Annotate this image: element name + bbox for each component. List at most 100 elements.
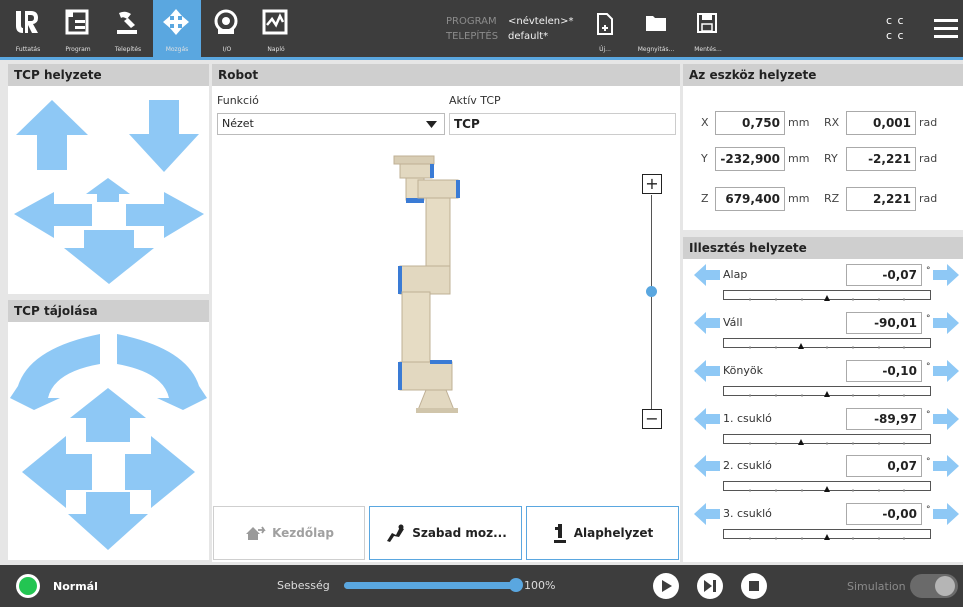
zoom-out-button[interactable]: −: [642, 409, 662, 429]
joint-value-field[interactable]: 0,07: [846, 455, 922, 477]
status-indicator[interactable]: [16, 574, 40, 598]
hamburger-menu-button[interactable]: [934, 18, 958, 38]
tool-position-unit: mm: [788, 192, 810, 205]
home-button[interactable]: Kezdőlap: [213, 506, 365, 560]
tilt-up-button[interactable]: [70, 388, 146, 442]
move-down-arrow-button[interactable]: [129, 100, 199, 172]
tool-position-field[interactable]: -232,900: [715, 147, 785, 171]
joint-position-marker-icon: [824, 391, 830, 397]
tilt-up-icon: [70, 388, 146, 442]
arrow-left-icon: [694, 408, 720, 430]
joint-value-field[interactable]: -0,00: [846, 503, 922, 525]
joint-decrease-button[interactable]: [694, 503, 720, 525]
open-button[interactable]: Megnyitás...: [632, 0, 680, 57]
tool-position-title: Az eszköz helyzete: [683, 64, 963, 86]
rotate-cw-button[interactable]: [117, 334, 207, 410]
joint-decrease-button[interactable]: [694, 408, 720, 430]
joint-position-marker-icon: [824, 534, 830, 540]
zoom-out-icon: −: [645, 409, 659, 428]
function-value: Nézet: [222, 117, 254, 130]
joint-increase-button[interactable]: [933, 360, 959, 382]
nav-program[interactable]: Program: [54, 0, 102, 57]
function-label: Funkció: [217, 94, 259, 107]
robot-title: Robot: [212, 64, 680, 86]
joint-value: 0,07: [887, 459, 917, 473]
joint-decrease-button[interactable]: [694, 455, 720, 477]
joint-value-field[interactable]: -0,07: [846, 264, 922, 286]
nav-move[interactable]: Mozgás: [153, 0, 201, 57]
zoom-in-button[interactable]: +: [642, 174, 662, 194]
robot-3d-view[interactable]: [382, 152, 492, 416]
freedrive-button[interactable]: Szabad moz...: [369, 506, 522, 560]
speed-value: 100%: [524, 579, 556, 592]
tilt-down-button[interactable]: [68, 492, 148, 550]
new-button[interactable]: Új...: [592, 0, 618, 57]
move-backward-arrow-button[interactable]: [64, 230, 154, 284]
zoom-slider-handle[interactable]: [646, 286, 657, 298]
arrow-right-icon: [933, 503, 959, 525]
joint-increase-button[interactable]: [933, 264, 959, 286]
tool-position-field[interactable]: 679,400: [715, 187, 785, 211]
bottom-bar: Normál Sebesség 100% Simulation: [0, 565, 963, 607]
joint-name: Váll: [723, 316, 743, 329]
joint-decrease-button[interactable]: [694, 264, 720, 286]
function-dropdown[interactable]: Nézet: [217, 113, 445, 135]
nav-program-label: Program: [65, 46, 91, 53]
joint-name: Könyök: [723, 364, 763, 377]
tool-position-field[interactable]: 0,750: [715, 111, 785, 135]
joint-increase-button[interactable]: [933, 408, 959, 430]
joint-decrease-button[interactable]: [694, 360, 720, 382]
status-green-dot-icon: [19, 577, 37, 595]
nav-run[interactable]: Futtatás: [4, 0, 52, 57]
move-left-arrow-button[interactable]: [14, 192, 92, 238]
joint-value-field[interactable]: -0,10: [846, 360, 922, 382]
tool-rotation-field[interactable]: -2,221: [846, 147, 916, 171]
tool-position-value: 679,400: [725, 192, 780, 206]
arrow-left-icon: [694, 503, 720, 525]
tilt-left-button[interactable]: [22, 436, 92, 508]
joint-position-marker-icon: [824, 486, 830, 492]
save-button[interactable]: Mentés...: [689, 0, 727, 57]
save-icon: [697, 13, 717, 33]
cc-indicator-bottom: c c: [886, 29, 905, 42]
play-button[interactable]: [653, 573, 679, 599]
speed-slider[interactable]: [344, 582, 516, 589]
new-file-icon: [597, 13, 613, 35]
rotate-ccw-button[interactable]: [10, 334, 100, 410]
tilt-right-button[interactable]: [125, 436, 195, 508]
tcp-orientation-panel: TCP tájolása: [8, 300, 209, 560]
robot-panel: Robot Funkció Nézet Aktív TCP TCP + − Ke…: [212, 64, 680, 562]
joint-value-field[interactable]: -90,01: [846, 312, 922, 334]
zoom-in-icon: +: [645, 174, 659, 193]
io-icon: [214, 9, 238, 34]
step-button[interactable]: [697, 573, 723, 599]
tilt-down-icon: [68, 492, 148, 550]
step-icon: [704, 580, 716, 592]
arrow-backward-icon: [64, 230, 154, 284]
joint-increase-button[interactable]: [933, 455, 959, 477]
arrow-left-icon: [694, 360, 720, 382]
simulation-toggle[interactable]: [910, 574, 958, 598]
arrow-left-icon: [694, 264, 720, 286]
move-right-arrow-button[interactable]: [126, 192, 204, 238]
joint-value-field[interactable]: -89,97: [846, 408, 922, 430]
joint-decrease-button[interactable]: [694, 312, 720, 334]
joint-position-title: Illesztés helyzete: [683, 237, 963, 259]
tool-rotation-axis-label: RY: [824, 152, 838, 165]
tool-axis-label: Y: [701, 152, 708, 165]
nav-installation[interactable]: Telepítés: [104, 0, 152, 57]
nav-io[interactable]: I/O: [203, 0, 251, 57]
zero-position-button[interactable]: Alaphelyzet: [526, 506, 679, 560]
zoom-slider-track[interactable]: [651, 195, 652, 409]
open-label: Megnyitás...: [637, 46, 675, 53]
joint-increase-button[interactable]: [933, 312, 959, 334]
freedrive-hand-icon: [387, 524, 405, 542]
stop-button[interactable]: [741, 573, 767, 599]
tool-rotation-field[interactable]: 0,001: [846, 111, 916, 135]
move-forward-arrow-button[interactable]: [86, 178, 130, 202]
move-up-arrow-button[interactable]: [16, 100, 88, 170]
speed-slider-handle[interactable]: [509, 578, 523, 592]
joint-increase-button[interactable]: [933, 503, 959, 525]
tool-rotation-field[interactable]: 2,221: [846, 187, 916, 211]
nav-log[interactable]: Napló: [252, 0, 300, 57]
